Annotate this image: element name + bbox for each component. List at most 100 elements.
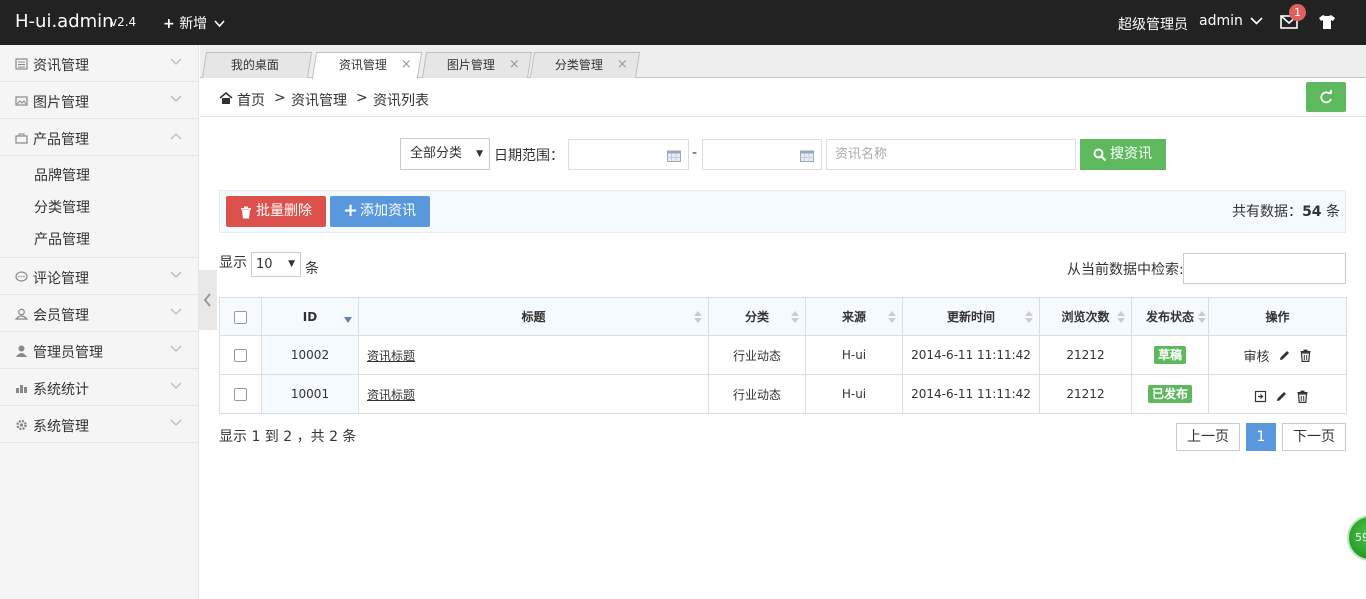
search-news-button[interactable]: 搜资讯: [1080, 139, 1166, 170]
top-navbar: H-ui.admin v2.4 + 新增 超级管理员 admin 1: [0, 0, 1366, 45]
header-label: 来源: [841, 310, 866, 324]
next-page-button[interactable]: 下一页: [1282, 423, 1346, 451]
edit-pencil-icon[interactable]: [1278, 349, 1291, 362]
column-header-views[interactable]: 浏览次数: [1039, 297, 1132, 336]
trash-icon[interactable]: [1296, 390, 1309, 403]
close-icon[interactable]: ×: [509, 53, 520, 77]
header-label: 发布状态: [1145, 310, 1194, 324]
user-menu[interactable]: admin: [1199, 13, 1263, 29]
page-length-value: 10: [256, 257, 273, 272]
search-button-label: 搜资讯: [1110, 146, 1152, 162]
submenu-brand[interactable]: 品牌管理: [0, 160, 198, 192]
column-header-status[interactable]: 发布状态: [1131, 297, 1209, 336]
submenu-category[interactable]: 分类管理: [0, 192, 198, 224]
category-select-value: 全部分类: [410, 146, 463, 161]
cell-status: 已发布: [1131, 374, 1209, 414]
chevron-down-icon: [170, 95, 182, 102]
logo[interactable]: H-ui.admin: [15, 11, 114, 32]
gear-icon: [16, 419, 27, 431]
cell-id: 10001: [261, 374, 359, 414]
date-range-label: 日期范围：: [494, 148, 564, 164]
sidebar-item-comments[interactable]: 评论管理: [0, 258, 198, 295]
calendar-icon: [800, 150, 814, 162]
trash-icon[interactable]: [1299, 349, 1312, 362]
column-header-id[interactable]: ID: [261, 297, 359, 336]
row-checkbox[interactable]: [234, 349, 247, 362]
breadcrumb: 首页 > 资讯管理 > 资讯列表: [200, 78, 1366, 117]
column-header-category[interactable]: 分类: [708, 297, 806, 336]
edit-pencil-icon[interactable]: [1275, 390, 1288, 403]
tab-pictures[interactable]: 图片管理 ×: [421, 52, 533, 78]
cell-id: 10002: [261, 335, 359, 375]
chevron-down-icon: [170, 382, 182, 389]
picture-icon: [15, 96, 28, 106]
prev-page-button[interactable]: 上一页: [1176, 423, 1240, 451]
tab-news[interactable]: 资讯管理 ×: [311, 52, 423, 79]
header-label: 浏览次数: [1061, 310, 1110, 324]
refresh-button[interactable]: [1306, 82, 1346, 112]
cell-title: 资讯标题: [358, 374, 709, 414]
sidebar-toggle[interactable]: [199, 270, 217, 330]
select-all-checkbox[interactable]: [234, 310, 247, 324]
sidebar-item-label: 系统统计: [33, 382, 89, 398]
username: admin: [1199, 13, 1243, 29]
tab-desktop[interactable]: 我的桌面: [201, 52, 313, 78]
close-icon[interactable]: ×: [401, 53, 412, 77]
submenu-product[interactable]: 产品管理: [0, 224, 198, 256]
cell-source: H-ui: [805, 335, 903, 375]
search-icon: [1093, 148, 1107, 162]
news-title-link[interactable]: 资讯标题: [367, 388, 415, 402]
breadcrumb-separator: >: [274, 90, 286, 106]
mail-badge: 1: [1289, 4, 1306, 21]
sidebar-item-news[interactable]: 资讯管理: [0, 45, 198, 82]
news-name-input[interactable]: [826, 139, 1076, 170]
batch-delete-button[interactable]: 批量删除: [226, 196, 326, 227]
category-select[interactable]: 全部分类 ▼: [400, 138, 490, 170]
trash-icon: [241, 206, 251, 219]
review-link[interactable]: 审核: [1243, 346, 1269, 365]
sidebar-item-admins[interactable]: 管理员管理: [0, 332, 198, 369]
sidebar-item-system[interactable]: 系统管理: [0, 406, 198, 443]
chevron-down-icon: [1250, 17, 1263, 25]
floating-speed-ball[interactable]: 59: [1347, 515, 1366, 561]
tab-label: 分类管理: [554, 58, 603, 72]
add-news-button[interactable]: + 添加资讯: [330, 196, 430, 227]
breadcrumb-home[interactable]: 首页: [237, 90, 265, 110]
action-bar: 批量删除 + 添加资讯 共有数据：54 条: [219, 190, 1346, 233]
skin-shirt-icon[interactable]: [1318, 14, 1336, 30]
sidebar-item-pictures[interactable]: 图片管理: [0, 82, 198, 119]
unpublish-icon[interactable]: [1254, 390, 1267, 403]
page-length-select[interactable]: 10 ▼: [251, 252, 301, 277]
sort-icon: [888, 311, 896, 323]
header-label: 标题: [521, 310, 546, 324]
add-news-label: 添加资讯: [360, 203, 416, 219]
breadcrumb-news[interactable]: 资讯管理: [291, 90, 347, 110]
caret-down-icon: ▼: [476, 149, 483, 159]
chevron-down-icon: [170, 271, 182, 278]
date-to-input[interactable]: [702, 139, 822, 170]
sidebar-item-stats[interactable]: 系统统计: [0, 369, 198, 406]
table-filter-input[interactable]: [1183, 253, 1346, 284]
sidebar-item-label: 图片管理: [33, 95, 89, 111]
news-title-link[interactable]: 资讯标题: [367, 349, 415, 363]
sort-icon: [1117, 311, 1125, 323]
add-new-menu[interactable]: + 新增: [163, 13, 225, 33]
chevron-up-icon: [170, 133, 182, 140]
sidebar: 资讯管理 图片管理 产品管理 品牌管理 分类管理 产品管理 评论管理 会员管理 …: [0, 45, 199, 599]
header-label: 操作: [1265, 310, 1290, 324]
header-label: 更新时间: [946, 310, 995, 324]
column-header-source[interactable]: 来源: [805, 297, 903, 336]
column-header-title[interactable]: 标题: [358, 297, 709, 336]
close-icon[interactable]: ×: [617, 53, 628, 77]
breadcrumb-separator: >: [356, 90, 368, 106]
column-header-updated[interactable]: 更新时间: [902, 297, 1040, 336]
sidebar-item-members[interactable]: 会员管理: [0, 295, 198, 332]
cell-category: 行业动态: [708, 335, 806, 375]
row-checkbox[interactable]: [234, 388, 247, 401]
sidebar-item-products[interactable]: 产品管理: [0, 119, 198, 156]
plus-icon: +: [163, 16, 175, 32]
table-row: 10001 资讯标题 行业动态 H-ui 2014-6-11 11:11:42 …: [219, 374, 1347, 414]
tab-categories[interactable]: 分类管理 ×: [529, 52, 641, 78]
date-from-input[interactable]: [568, 139, 689, 170]
page-1-button[interactable]: 1: [1246, 423, 1276, 451]
